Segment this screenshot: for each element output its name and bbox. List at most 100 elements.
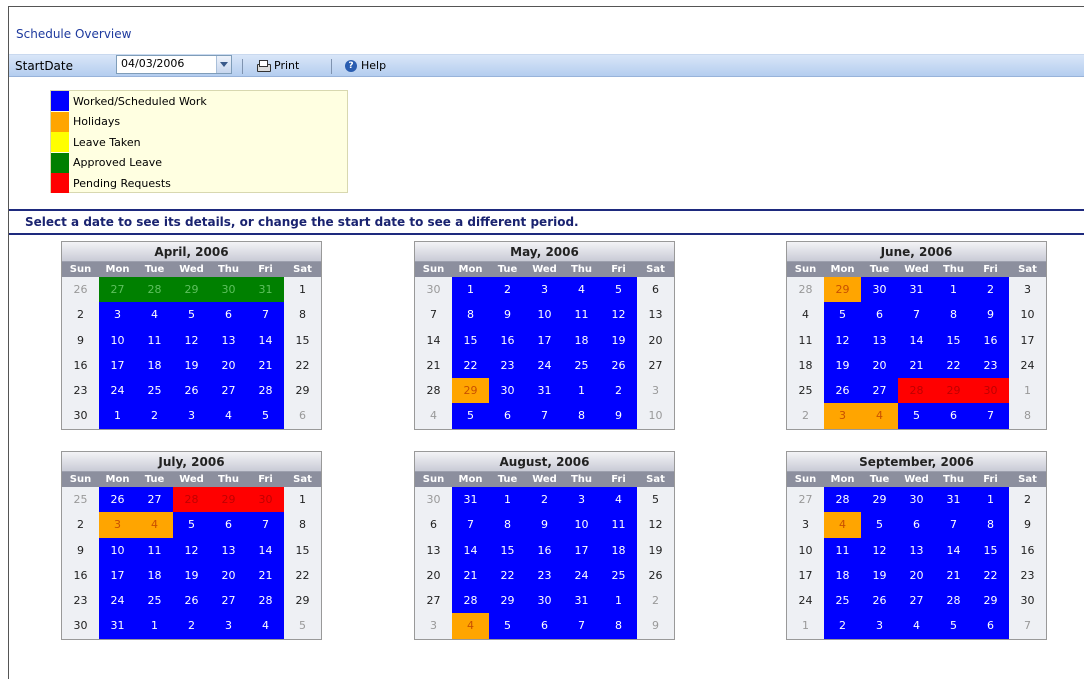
day-cell[interactable]: 7: [935, 512, 972, 538]
day-cell[interactable]: 27: [415, 588, 452, 614]
day-cell[interactable]: 19: [600, 327, 637, 353]
day-cell[interactable]: 2: [787, 403, 824, 429]
day-cell[interactable]: 4: [136, 302, 173, 328]
day-cell[interactable]: 26: [173, 588, 210, 614]
day-cell[interactable]: 21: [452, 562, 489, 589]
day-cell[interactable]: 3: [415, 613, 452, 639]
day-cell[interactable]: 4: [247, 613, 284, 639]
day-cell[interactable]: 3: [1009, 277, 1046, 303]
day-cell[interactable]: 10: [99, 537, 136, 563]
day-cell[interactable]: 29: [935, 378, 972, 404]
day-cell[interactable]: 21: [898, 352, 935, 379]
day-cell[interactable]: 12: [173, 327, 210, 353]
day-cell[interactable]: 29: [972, 588, 1009, 614]
day-cell[interactable]: 6: [637, 277, 674, 303]
day-cell[interactable]: 6: [861, 302, 898, 328]
day-cell[interactable]: 21: [247, 562, 284, 589]
day-cell[interactable]: 1: [1009, 378, 1046, 404]
day-cell[interactable]: 12: [173, 537, 210, 563]
day-cell[interactable]: 5: [861, 512, 898, 538]
day-cell[interactable]: 17: [99, 562, 136, 589]
day-cell[interactable]: 9: [1009, 512, 1046, 538]
day-cell[interactable]: 5: [637, 487, 674, 513]
day-cell[interactable]: 27: [210, 378, 247, 404]
day-cell[interactable]: 5: [173, 302, 210, 328]
day-cell[interactable]: 24: [99, 588, 136, 614]
day-cell[interactable]: 3: [526, 277, 563, 303]
day-cell[interactable]: 27: [136, 487, 173, 513]
day-cell[interactable]: 2: [173, 613, 210, 639]
day-cell[interactable]: 20: [210, 352, 247, 379]
day-cell[interactable]: 27: [637, 352, 674, 379]
day-cell[interactable]: 29: [861, 487, 898, 513]
day-cell[interactable]: 11: [136, 537, 173, 563]
day-cell[interactable]: 9: [62, 537, 99, 563]
day-cell[interactable]: 31: [99, 613, 136, 639]
day-cell[interactable]: 11: [824, 537, 861, 563]
day-cell[interactable]: 9: [526, 512, 563, 538]
day-cell[interactable]: 28: [173, 487, 210, 513]
day-cell[interactable]: 3: [861, 613, 898, 639]
day-cell[interactable]: 22: [284, 562, 321, 589]
day-cell[interactable]: 5: [489, 613, 526, 639]
day-cell[interactable]: 15: [935, 327, 972, 353]
day-cell[interactable]: 22: [452, 352, 489, 379]
day-cell[interactable]: 10: [1009, 302, 1046, 328]
day-cell[interactable]: 18: [136, 562, 173, 589]
day-cell[interactable]: 10: [787, 537, 824, 563]
day-cell[interactable]: 11: [600, 512, 637, 538]
day-cell[interactable]: 8: [600, 613, 637, 639]
day-cell[interactable]: 19: [173, 562, 210, 589]
day-cell[interactable]: 16: [489, 327, 526, 353]
day-cell[interactable]: 27: [99, 277, 136, 303]
day-cell[interactable]: 8: [284, 512, 321, 538]
day-cell[interactable]: 4: [452, 613, 489, 639]
day-cell[interactable]: 20: [861, 352, 898, 379]
day-cell[interactable]: 28: [136, 277, 173, 303]
day-cell[interactable]: 4: [563, 277, 600, 303]
day-cell[interactable]: 7: [415, 302, 452, 328]
day-cell[interactable]: 26: [173, 378, 210, 404]
day-cell[interactable]: 30: [972, 378, 1009, 404]
start-date-input[interactable]: 04/03/2006: [116, 55, 232, 74]
day-cell[interactable]: 30: [62, 403, 99, 429]
day-cell[interactable]: 6: [415, 512, 452, 538]
day-cell[interactable]: 1: [284, 487, 321, 513]
day-cell[interactable]: 25: [136, 378, 173, 404]
day-cell[interactable]: 18: [600, 537, 637, 563]
day-cell[interactable]: 25: [563, 352, 600, 379]
day-cell[interactable]: 6: [898, 512, 935, 538]
day-cell[interactable]: 26: [637, 562, 674, 589]
day-cell[interactable]: 6: [284, 403, 321, 429]
day-cell[interactable]: 14: [415, 327, 452, 353]
day-cell[interactable]: 31: [247, 277, 284, 303]
day-cell[interactable]: 2: [489, 277, 526, 303]
day-cell[interactable]: 9: [62, 327, 99, 353]
day-cell[interactable]: 2: [1009, 487, 1046, 513]
day-cell[interactable]: 5: [824, 302, 861, 328]
day-cell[interactable]: 8: [972, 512, 1009, 538]
day-cell[interactable]: 7: [247, 302, 284, 328]
day-cell[interactable]: 2: [62, 302, 99, 328]
day-cell[interactable]: 22: [284, 352, 321, 379]
day-cell[interactable]: 14: [247, 537, 284, 563]
day-cell[interactable]: 7: [247, 512, 284, 538]
day-cell[interactable]: 5: [600, 277, 637, 303]
day-cell[interactable]: 1: [787, 613, 824, 639]
day-cell[interactable]: 15: [489, 537, 526, 563]
day-cell[interactable]: 29: [824, 277, 861, 303]
day-cell[interactable]: 25: [600, 562, 637, 589]
day-cell[interactable]: 24: [1009, 352, 1046, 379]
day-cell[interactable]: 12: [637, 512, 674, 538]
day-cell[interactable]: 3: [173, 403, 210, 429]
day-cell[interactable]: 1: [489, 487, 526, 513]
day-cell[interactable]: 28: [247, 378, 284, 404]
day-cell[interactable]: 22: [972, 562, 1009, 589]
day-cell[interactable]: 29: [284, 588, 321, 614]
day-cell[interactable]: 26: [99, 487, 136, 513]
day-cell[interactable]: 16: [62, 562, 99, 589]
day-cell[interactable]: 3: [563, 487, 600, 513]
day-cell[interactable]: 23: [489, 352, 526, 379]
day-cell[interactable]: 15: [284, 537, 321, 563]
day-cell[interactable]: 4: [787, 302, 824, 328]
